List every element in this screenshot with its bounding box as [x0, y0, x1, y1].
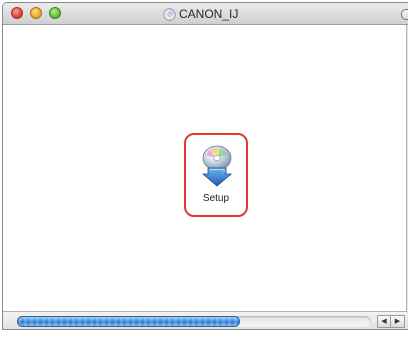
scroll-arrow-group: ◀ ▶ — [377, 315, 407, 328]
setup-item[interactable]: Setup — [184, 133, 248, 217]
horizontal-scroll-track[interactable] — [17, 316, 371, 327]
window-title-group: CANON_IJ — [163, 6, 238, 22]
finder-window: CANON_IJ Setup ◀ ▶ — [2, 2, 408, 330]
toolbar-toggle-button[interactable] — [401, 9, 408, 20]
title-bar[interactable]: CANON_IJ — [3, 3, 408, 25]
zoom-button[interactable] — [49, 7, 61, 19]
installer-disc-icon[interactable] — [198, 144, 236, 188]
horizontal-scroll-thumb[interactable] — [17, 316, 240, 327]
horizontal-scrollbar[interactable]: ◀ ▶ — [3, 311, 408, 329]
window-title: CANON_IJ — [179, 7, 239, 21]
setup-label[interactable]: Setup — [186, 193, 246, 204]
scroll-left-button[interactable]: ◀ — [377, 315, 391, 328]
scroll-right-button[interactable]: ▶ — [391, 315, 405, 328]
close-button[interactable] — [11, 7, 23, 19]
minimize-button[interactable] — [30, 7, 42, 19]
cd-disc-icon — [163, 7, 176, 21]
